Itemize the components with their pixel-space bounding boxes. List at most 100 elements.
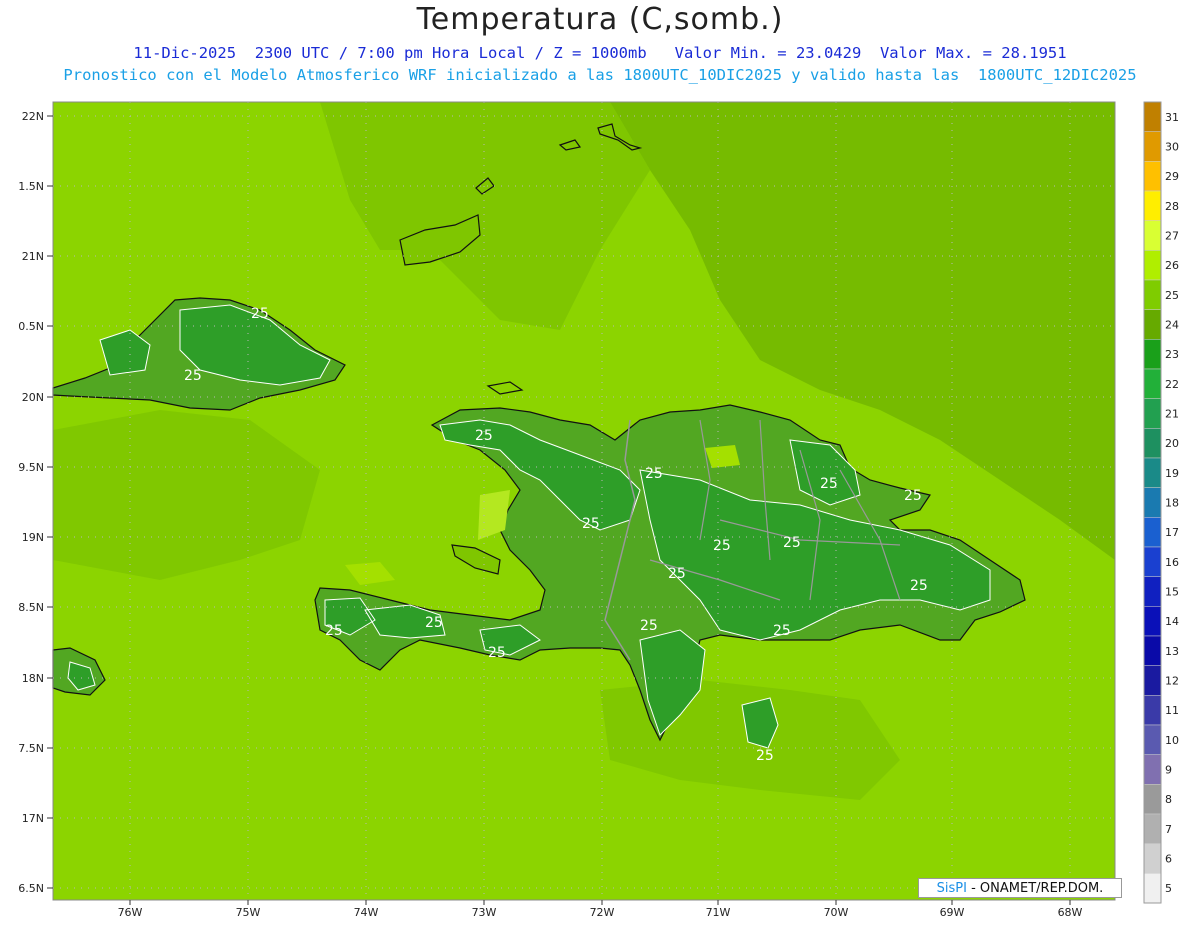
contour-label: 25	[645, 466, 663, 482]
contour-label: 25	[783, 535, 801, 551]
colorbar-label: 29	[1165, 170, 1179, 183]
contour-label: 25	[325, 623, 343, 639]
colorbar-label: 19	[1165, 467, 1179, 480]
lon-tick-label: 74W	[354, 906, 379, 919]
colorbar-label: 26	[1165, 259, 1179, 272]
colorbar-swatch	[1143, 220, 1162, 251]
contour-label: 25	[425, 615, 443, 631]
contour-label: 25	[756, 748, 774, 764]
contour-label: 25	[904, 488, 922, 504]
lon-tick-label: 68W	[1058, 906, 1083, 919]
lon-tick-label: 72W	[590, 906, 615, 919]
colorbar-label: 22	[1165, 378, 1179, 391]
colorbar-swatch	[1143, 873, 1162, 904]
credit-box: SisPI - ONAMET/REP.DOM.	[918, 878, 1122, 898]
lon-tick-label: 76W	[118, 906, 143, 919]
colorbar-label: 17	[1165, 526, 1179, 539]
credit-text: - ONAMET/REP.DOM.	[971, 881, 1104, 896]
lat-tick-label: 21N	[22, 250, 44, 263]
subtitle-forecast-info: Pronostico con el Modelo Atmosferico WRF…	[63, 66, 1137, 84]
colorbar-label: 16	[1165, 556, 1179, 569]
colorbar-swatch	[1143, 309, 1162, 340]
colorbar-swatch	[1143, 190, 1162, 221]
colorbar-swatch	[1143, 635, 1162, 666]
colorbar-label: 9	[1165, 764, 1172, 777]
colorbar-swatch	[1143, 754, 1162, 785]
colorbar-swatch	[1143, 457, 1162, 488]
colorbar: 31 30 29 28 27 26 25 24 23 22 21 20 19 18 17 16 15 14 13 12…	[1143, 101, 1179, 904]
colorbar-swatch	[1143, 695, 1162, 726]
lat-tick-label: 7.5N	[18, 742, 44, 755]
contour-label: 25	[668, 566, 686, 582]
contour-label: 25	[184, 368, 202, 384]
colorbar-swatch	[1143, 517, 1162, 548]
lon-axis: 76W 75W 74W 73W 72W 71W 70W 69W 68W	[118, 906, 1083, 919]
colorbar-label: 13	[1165, 645, 1179, 658]
lat-tick-label: 20N	[22, 391, 44, 404]
contour-label: 25	[475, 428, 493, 444]
contour-label: 25	[773, 623, 791, 639]
colorbar-swatch	[1143, 843, 1162, 874]
colorbar-swatch	[1143, 250, 1162, 281]
colorbar-label: 15	[1165, 586, 1179, 599]
contour-label: 25	[640, 618, 658, 634]
lon-tick-label: 70W	[824, 906, 849, 919]
credit-brand: SisPI	[936, 881, 967, 896]
lon-ticks	[129, 900, 1071, 905]
colorbar-label: 30	[1165, 141, 1179, 154]
colorbar-label: 21	[1165, 408, 1179, 421]
lat-tick-label: 8.5N	[18, 601, 44, 614]
colorbar-label: 14	[1165, 615, 1179, 628]
contour-label: 25	[251, 306, 269, 322]
colorbar-swatch	[1143, 368, 1162, 399]
colorbar-swatch	[1143, 576, 1162, 607]
colorbar-swatch	[1143, 665, 1162, 696]
colorbar-label: 8	[1165, 793, 1172, 806]
lat-axis: 22N 1.5N 21N 0.5N 20N 9.5N 19N 8.5N 18N …	[18, 110, 44, 895]
contour-label: 25	[582, 516, 600, 532]
colorbar-swatch	[1143, 279, 1162, 310]
colorbar-label: 18	[1165, 497, 1179, 510]
lon-tick-label: 71W	[706, 906, 731, 919]
colorbar-label: 5	[1165, 882, 1172, 895]
colorbar-swatch	[1143, 813, 1162, 844]
colorbar-swatch	[1143, 398, 1162, 429]
colorbar-swatch	[1143, 101, 1162, 132]
colorbar-label: 28	[1165, 200, 1179, 213]
subtitle-valid-time: 11-Dic-2025 2300 UTC / 7:00 pm Hora Loca…	[133, 44, 1067, 62]
lon-tick-label: 69W	[940, 906, 965, 919]
colorbar-swatch	[1143, 131, 1162, 162]
lat-tick-label: 18N	[22, 672, 44, 685]
colorbar-label: 31	[1165, 111, 1179, 124]
lat-ticks	[47, 115, 53, 889]
contour-label: 25	[488, 645, 506, 661]
colorbar-swatch	[1143, 487, 1162, 518]
colorbar-swatch	[1143, 428, 1162, 459]
contour-label: 25	[713, 538, 731, 554]
map-title: Temperatura (C,somb.)	[416, 2, 784, 37]
colorbar-label: 27	[1165, 230, 1179, 243]
lon-tick-label: 75W	[236, 906, 261, 919]
lat-tick-label: 9.5N	[18, 461, 44, 474]
contour-label: 25	[910, 578, 928, 594]
colorbar-swatch	[1143, 546, 1162, 577]
colorbar-swatch	[1143, 606, 1162, 637]
colorbar-swatch	[1143, 339, 1162, 370]
colorbar-label: 23	[1165, 348, 1179, 361]
lat-tick-label: 1.5N	[18, 180, 44, 193]
colorbar-label: 12	[1165, 675, 1179, 688]
lat-tick-label: 19N	[22, 531, 44, 544]
colorbar-label: 6	[1165, 853, 1172, 866]
lat-tick-label: 0.5N	[18, 320, 44, 333]
temperature-map: 25 25 25 25 25 25 25 25 25 25 25 25 25 2…	[18, 101, 1179, 919]
colorbar-swatch	[1143, 161, 1162, 192]
colorbar-label: 25	[1165, 289, 1179, 302]
colorbar-label: 11	[1165, 704, 1179, 717]
colorbar-label: 20	[1165, 437, 1179, 450]
colorbar-label: 7	[1165, 823, 1172, 836]
colorbar-label: 24	[1165, 319, 1179, 332]
lon-tick-label: 73W	[472, 906, 497, 919]
contour-label: 25	[820, 476, 838, 492]
lat-tick-label: 17N	[22, 812, 44, 825]
lat-tick-label: 22N	[22, 110, 44, 123]
